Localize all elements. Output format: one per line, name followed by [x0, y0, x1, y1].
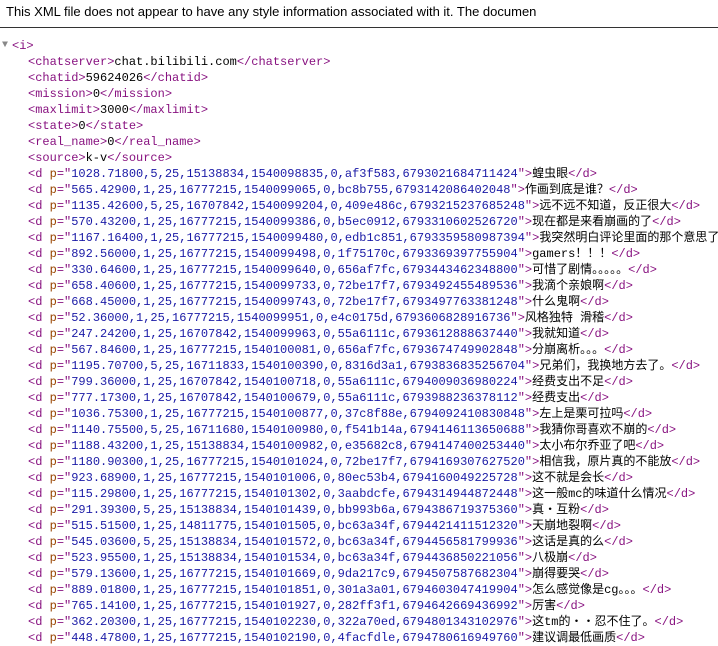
style-warning-banner: This XML file does not appear to have an…: [0, 0, 718, 27]
d-element: <d p="330.64600,1,25,16777215,1540099640…: [28, 262, 718, 278]
d-element: <d p="291.39300,5,25,15138834,1540101439…: [28, 502, 718, 518]
mission-element: <mission>0</mission>: [28, 86, 718, 102]
d-element: <d p="1036.75300,1,25,16777215,154010087…: [28, 406, 718, 422]
source-element: <source>k-v</source>: [28, 150, 718, 166]
chatserver-element: <chatserver>chat.bilibili.com</chatserve…: [28, 54, 718, 70]
d-element: <d p="579.13600,1,25,16777215,1540101669…: [28, 566, 718, 582]
d-element: <d p="1167.16400,1,25,16777215,154009948…: [28, 230, 718, 246]
d-element: <d p="448.47800,1,25,16777215,1540102190…: [28, 630, 718, 646]
d-element: <d p="1195.70700,5,25,16711833,154010039…: [28, 358, 718, 374]
d-element: <d p="1180.90300,1,25,16777215,154010102…: [28, 454, 718, 470]
d-element: <d p="668.45000,1,25,16777215,1540099743…: [28, 294, 718, 310]
d-element: <d p="523.95500,1,25,15138834,1540101534…: [28, 550, 718, 566]
d-element: <d p="765.14100,1,25,16777215,1540101927…: [28, 598, 718, 614]
d-element: <d p="515.51500,1,25,14811775,1540101505…: [28, 518, 718, 534]
maxlimit-element: <maxlimit>3000</maxlimit>: [28, 102, 718, 118]
real_name-element: <real_name>0</real_name>: [28, 134, 718, 150]
d-element: <d p="1188.43200,1,25,15138834,154010098…: [28, 438, 718, 454]
d-element: <d p="923.68900,1,25,16777215,1540101006…: [28, 470, 718, 486]
d-element: <d p="1135.42600,5,25,16707842,154009920…: [28, 198, 718, 214]
d-element: <d p="52.36000,1,25,16777215,1540099951,…: [28, 310, 718, 326]
chatid-element: <chatid>59624026</chatid>: [28, 70, 718, 86]
d-element: <d p="570.43200,1,25,16777215,1540099386…: [28, 214, 718, 230]
d-element: <d p="1028.71800,5,25,15138834,154009883…: [28, 166, 718, 182]
d-element: <d p="1140.75500,5,25,16711680,154010098…: [28, 422, 718, 438]
d-element: <d p="565.42900,1,25,16777215,1540099065…: [28, 182, 718, 198]
expand-caret-icon[interactable]: ▼: [2, 38, 12, 54]
d-element: <d p="362.20300,1,25,16777215,1540102230…: [28, 614, 718, 630]
d-element: <d p="892.56000,1,25,16777215,1540099498…: [28, 246, 718, 262]
d-element: <d p="777.17300,1,25,16707842,1540100679…: [28, 390, 718, 406]
state-element: <state>0</state>: [28, 118, 718, 134]
d-element: <d p="799.36000,1,25,16707842,1540100718…: [28, 374, 718, 390]
d-element: <d p="567.84600,1,25,16777215,1540100081…: [28, 342, 718, 358]
divider: [0, 27, 718, 28]
d-element: <d p="545.03600,5,25,15138834,1540101572…: [28, 534, 718, 550]
d-element: <d p="889.01800,1,25,16777215,1540101851…: [28, 582, 718, 598]
root-tag-name: i: [19, 39, 26, 53]
d-element: <d p="115.29800,1,25,16777215,1540101302…: [28, 486, 718, 502]
xml-tree: ▼<i> <chatserver>chat.bilibili.com</chat…: [0, 38, 718, 646]
root-open[interactable]: ▼<i>: [0, 38, 718, 54]
d-element: <d p="247.24200,1,25,16707842,1540099963…: [28, 326, 718, 342]
d-element: <d p="658.40600,1,25,16777215,1540099733…: [28, 278, 718, 294]
